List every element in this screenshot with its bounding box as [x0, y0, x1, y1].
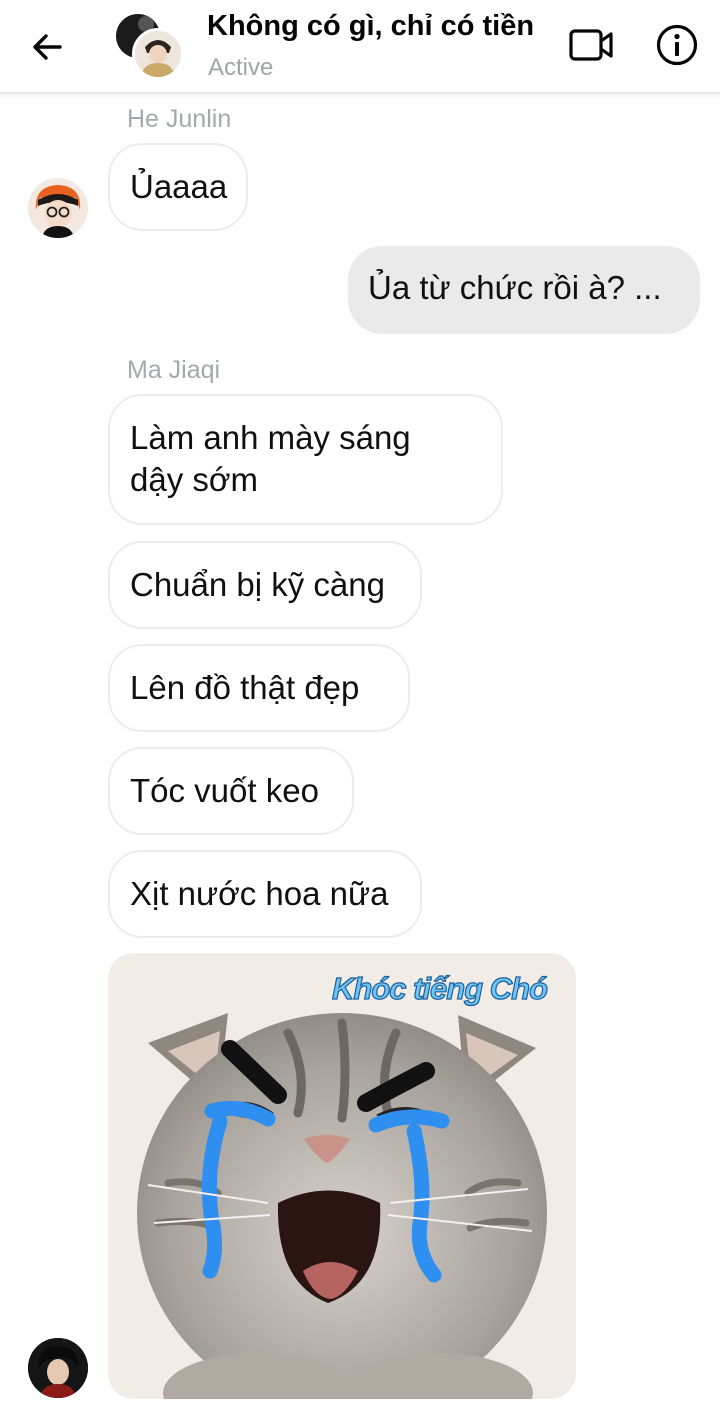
message-bubble-outgoing[interactable]: Ủa từ chức rồi à? ...: [348, 246, 700, 334]
message-line: Làm anh mày sáng: [130, 419, 411, 456]
info-icon: [656, 24, 698, 66]
video-call-icon: [569, 29, 613, 61]
message-bubble-incoming[interactable]: Xịt nước hoa nữa: [108, 850, 422, 938]
group-avatar-front: [132, 28, 184, 80]
back-arrow-icon: [33, 34, 62, 60]
sticker-caption: Khóc tiếng Chó: [331, 970, 548, 1006]
video-call-button[interactable]: [566, 22, 616, 68]
info-button[interactable]: [652, 20, 702, 70]
message-bubble-incoming[interactable]: Chuẩn bị kỹ càng: [108, 541, 422, 629]
message-bubble-incoming[interactable]: Lên đồ thật đẹp: [108, 644, 410, 732]
chat-header: Không có gì, chỉ có tiền Active: [0, 0, 720, 94]
avatar-ma-jiaqi[interactable]: [28, 1338, 88, 1398]
crying-cat-sticker[interactable]: Khóc tiếng Chó: [108, 953, 576, 1399]
message-line: dậy sớm: [130, 461, 259, 498]
message-bubble-incoming[interactable]: Ủaaaa: [108, 143, 248, 231]
group-avatar[interactable]: [116, 14, 184, 80]
crying-cat-image: [108, 953, 576, 1399]
message-bubble-incoming[interactable]: Tóc vuốt keo: [108, 747, 354, 835]
sender-name-he-junlin: He Junlin: [127, 105, 232, 133]
avatar-he-junlin[interactable]: [28, 178, 88, 238]
back-button[interactable]: [22, 22, 72, 72]
sender-name-ma-jiaqi: Ma Jiaqi: [127, 356, 221, 384]
message-bubble-incoming[interactable]: Làm anh mày sáng dậy sớm: [108, 394, 503, 525]
active-status: Active: [208, 54, 274, 81]
chat-title[interactable]: Không có gì, chỉ có tiền: [207, 10, 534, 43]
